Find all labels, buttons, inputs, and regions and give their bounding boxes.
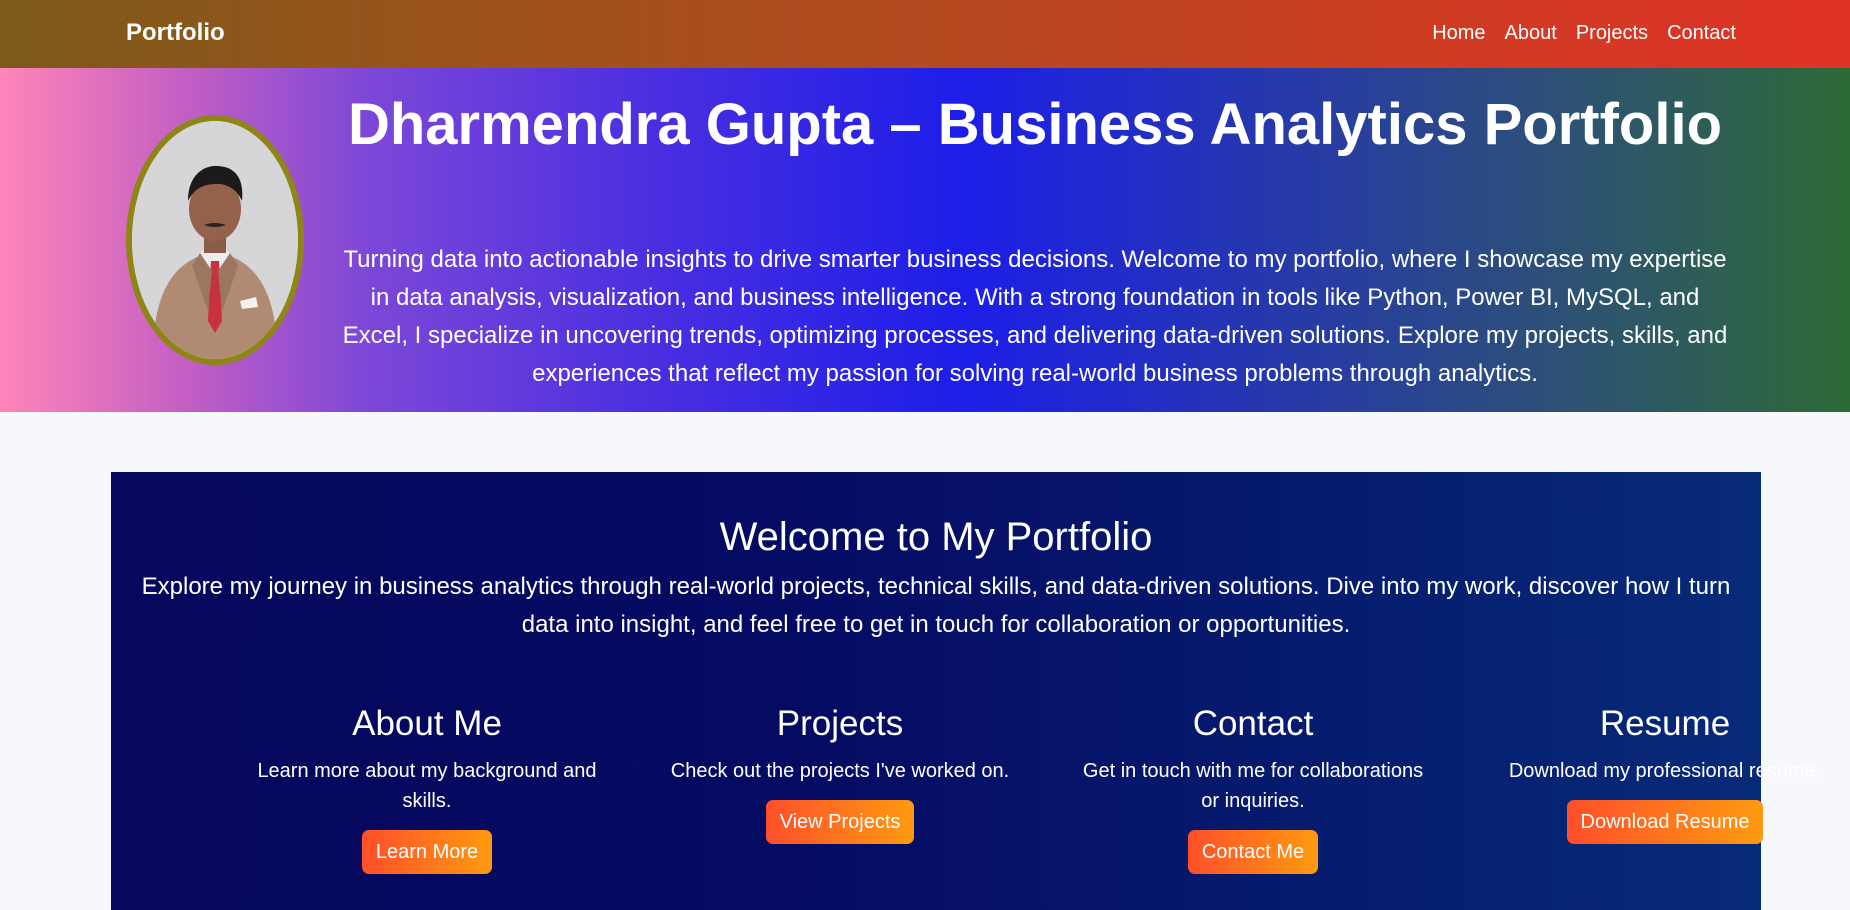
welcome-heading: Welcome to My Portfolio bbox=[719, 515, 1153, 559]
brand-logo[interactable]: Portfolio bbox=[126, 18, 225, 48]
card-resume: Resume Download my professional resume. … bbox=[1485, 702, 1845, 844]
navbar: Portfolio Home About Projects Contact bbox=[0, 0, 1850, 68]
card-title: About Me bbox=[352, 704, 502, 743]
card-text: Get in touch with me for collaborations … bbox=[1082, 760, 1424, 812]
card-title: Resume bbox=[1599, 704, 1731, 743]
hero-title: Dharmendra Gupta – Business Analytics Po… bbox=[347, 92, 1723, 157]
contact-me-button[interactable]: Contact Me bbox=[1187, 830, 1319, 874]
nav-links: Home About Projects Contact bbox=[1413, 19, 1736, 47]
hero-description: Turning data into actionable insights to… bbox=[342, 246, 1728, 387]
profile-photo bbox=[126, 115, 304, 365]
card-text: Learn more about my background and skill… bbox=[257, 760, 597, 812]
welcome-intro: Explore my journey in business analytics… bbox=[141, 573, 1731, 638]
download-resume-button[interactable]: Download Resume bbox=[1566, 800, 1764, 844]
nav-link-home[interactable]: Home bbox=[1432, 19, 1485, 47]
card-projects: Projects Check out the projects I've wor… bbox=[660, 702, 1020, 844]
nav-link-contact[interactable]: Contact bbox=[1667, 19, 1736, 47]
card-text: Check out the projects I've worked on. bbox=[670, 760, 1010, 782]
view-projects-button[interactable]: View Projects bbox=[765, 800, 915, 844]
card-text: Download my professional resume. bbox=[1508, 760, 1822, 782]
learn-more-button[interactable]: Learn More bbox=[361, 830, 493, 874]
person-portrait-icon bbox=[132, 121, 298, 359]
card-title: Contact bbox=[1192, 704, 1314, 743]
welcome-section: Welcome to My Portfolio Explore my journ… bbox=[111, 472, 1821, 910]
nav-link-projects[interactable]: Projects bbox=[1576, 19, 1648, 47]
card-title: Projects bbox=[776, 704, 904, 743]
card-contact: Contact Get in touch with me for collabo… bbox=[1073, 702, 1433, 874]
card-about-me: About Me Learn more about my background … bbox=[247, 702, 607, 874]
hero-section: Dharmendra Gupta – Business Analytics Po… bbox=[0, 68, 1850, 412]
nav-link-about[interactable]: About bbox=[1505, 19, 1557, 47]
